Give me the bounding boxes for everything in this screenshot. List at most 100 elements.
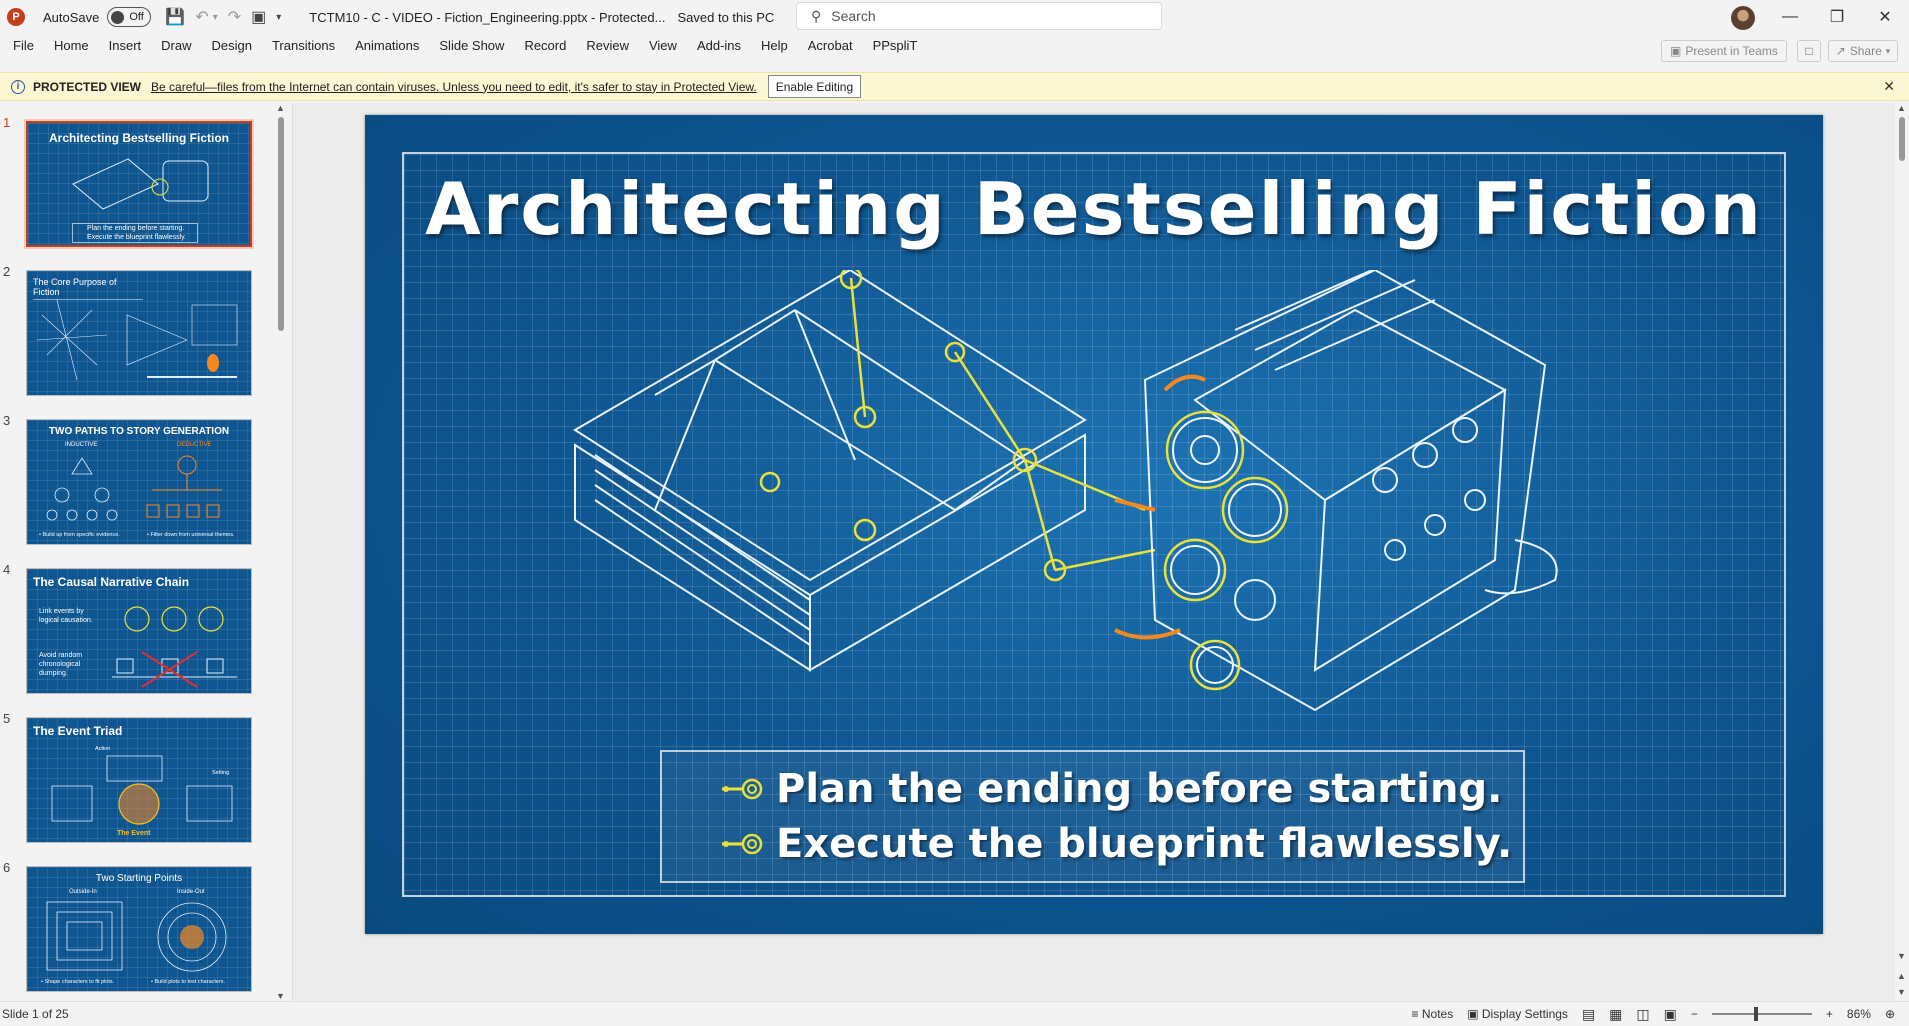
tab-review[interactable]: Review — [576, 34, 639, 58]
slide-count: Slide 1 of 25 — [2, 1006, 69, 1021]
minimize-icon[interactable]: — — [1770, 5, 1810, 29]
slide-thumbnail-5[interactable]: The Event Triad Action Setting The Event — [26, 717, 252, 843]
autosave-state: Off — [129, 11, 144, 23]
slide-thumbnail-pane: 1 Architecting Bestselling Fiction Plan … — [0, 103, 292, 1001]
bullet-node-icon — [722, 833, 763, 855]
thumb-label-event: The Event — [117, 830, 151, 837]
user-avatar[interactable] — [1731, 6, 1755, 30]
zoom-in-icon[interactable]: + — [1826, 1007, 1833, 1021]
document-title: TCTM10 - C - VIDEO - Fiction_Engineering… — [309, 9, 666, 25]
slide-thumbnail-3[interactable]: TWO PATHS TO STORY GENERATION INDUCTIVE … — [26, 419, 252, 545]
previous-slide-icon[interactable]: ▲ — [1897, 971, 1906, 981]
protected-view-label: PROTECTED VIEW — [33, 79, 142, 94]
thumb-diagram-icon — [37, 299, 238, 381]
save-icon[interactable]: 💾 — [165, 7, 185, 27]
zoom-slider-knob[interactable] — [1753, 1007, 1758, 1021]
normal-view-icon[interactable]: ▤ — [1582, 1006, 1595, 1023]
scroll-up-icon[interactable]: ▲ — [1897, 103, 1906, 113]
slide-thumbnail-6[interactable]: Two Starting Points Outside-In Inside-Ou… — [26, 866, 252, 992]
search-box[interactable]: ⚲ Search — [796, 2, 1162, 30]
slide-thumbnail-2[interactable]: The Core Purpose of Fiction — [26, 270, 252, 396]
tab-slide-show[interactable]: Slide Show — [429, 34, 514, 58]
tab-add-ins[interactable]: Add-ins — [687, 34, 751, 58]
thumbnail-number: 3 — [3, 413, 11, 428]
tab-acrobat[interactable]: Acrobat — [798, 34, 863, 58]
fit-to-window-icon[interactable]: ⊕ — [1885, 1007, 1895, 1021]
autosave-label: AutoSave — [43, 9, 100, 25]
thumbnail-scrollbar[interactable]: ▲ ▼ — [274, 103, 288, 1001]
customize-toolbar-icon[interactable]: ▾ — [276, 12, 281, 23]
thumb-maze-icon — [46, 901, 227, 972]
zoom-out-icon[interactable]: − — [1691, 1007, 1698, 1021]
scroll-thumb[interactable] — [1899, 117, 1905, 161]
bullet-list-box[interactable]: Plan the ending before starting. Execute… — [660, 750, 1525, 883]
undo-dropdown-icon[interactable]: ▾ — [213, 12, 218, 23]
thumb-gears-icon — [112, 606, 237, 688]
restore-icon[interactable]: ❐ — [1817, 5, 1857, 29]
reading-view-icon[interactable]: ◫ — [1636, 1006, 1649, 1023]
close-window-icon[interactable]: ✕ — [1865, 5, 1905, 29]
bullet-item-1: Plan the ending before starting. — [722, 766, 1502, 812]
slide-scrollbar[interactable]: ▲ ▼ ▲ ▼ — [1895, 103, 1909, 1001]
enable-editing-button[interactable]: Enable Editing — [767, 75, 862, 98]
present-in-teams-button[interactable]: ▣ Present in Teams — [1661, 40, 1787, 62]
blueprint-engine-illustration — [573, 270, 1558, 712]
slide-thumbnail-4[interactable]: The Causal Narrative Chain Link events b… — [26, 568, 252, 694]
powerpoint-logo-icon: P — [7, 8, 25, 26]
scroll-down-icon[interactable]: ▼ — [276, 991, 285, 1001]
current-slide[interactable]: Architecting Bestselling Fiction Plan th… — [365, 115, 1823, 934]
display-settings-button[interactable]: ▣ Display Settings — [1467, 1007, 1568, 1021]
status-bar: Slide 1 of 25 ≡ Notes ▣ Display Settings… — [0, 1001, 1909, 1025]
tab-transitions[interactable]: Transitions — [262, 34, 345, 58]
tab-draw[interactable]: Draw — [151, 34, 201, 58]
search-icon: ⚲ — [811, 7, 822, 24]
thumb-title: Two Starting Points — [95, 873, 183, 884]
tab-file[interactable]: File — [0, 34, 44, 58]
slide-title[interactable]: Architecting Bestselling Fiction — [365, 167, 1823, 251]
notes-button[interactable]: ≡ Notes — [1412, 1007, 1454, 1021]
tab-view[interactable]: View — [639, 34, 687, 58]
scroll-up-icon[interactable]: ▲ — [276, 103, 285, 113]
info-icon: i — [11, 79, 25, 94]
tab-home[interactable]: Home — [44, 34, 99, 58]
share-button[interactable]: ↗ Share ▾ — [1828, 40, 1898, 62]
present-icon[interactable]: ▣ — [251, 7, 266, 27]
tab-ppsplit[interactable]: PPspliT — [863, 34, 928, 58]
comment-icon: □ — [1805, 44, 1813, 58]
slideshow-icon[interactable]: ▣ — [1664, 1006, 1677, 1023]
next-slide-icon[interactable]: ▼ — [1897, 987, 1906, 997]
protected-view-message[interactable]: Be careful—files from the Internet can c… — [151, 80, 757, 94]
thumb-left-label: INDUCTIVE — [65, 442, 98, 448]
tab-animations[interactable]: Animations — [345, 34, 429, 58]
thumb-foot-left: • Shape characters to fit plots. — [41, 979, 115, 985]
close-icon[interactable]: ✕ — [1883, 78, 1895, 95]
thumb-bullet-1: Plan the ending before starting. — [87, 225, 185, 232]
bullet-node-icon — [722, 778, 763, 800]
tab-design[interactable]: Design — [202, 34, 262, 58]
thumb-left-label: Outside-In — [69, 889, 97, 895]
thumb-bullet-2: Execute the blueprint flawlessly. — [87, 234, 187, 241]
tab-help[interactable]: Help — [751, 34, 798, 58]
undo-icon[interactable]: ↶ — [195, 7, 208, 27]
scroll-down-icon[interactable]: ▼ — [1897, 951, 1906, 961]
thumbnail-number: 4 — [3, 562, 11, 577]
zoom-level[interactable]: 86% — [1847, 1007, 1871, 1021]
autosave-toggle[interactable]: Off — [107, 7, 152, 27]
thumb-tree-icon — [46, 455, 222, 521]
thumb-blueprint-icon — [72, 158, 209, 210]
tab-record[interactable]: Record — [514, 34, 576, 58]
redo-icon[interactable]: ↷ — [228, 7, 241, 27]
comments-button[interactable]: □ — [1797, 40, 1821, 62]
zoom-slider[interactable] — [1711, 1007, 1812, 1021]
search-placeholder: Search — [831, 8, 876, 24]
thumb-foot-left: • Build up from specific evidence. — [39, 532, 120, 538]
scroll-thumb[interactable] — [278, 117, 284, 331]
bullet-text-1: Plan the ending before starting. — [776, 766, 1503, 812]
tab-insert[interactable]: Insert — [99, 34, 152, 58]
slide-sorter-icon[interactable]: ▦ — [1609, 1006, 1622, 1023]
share-label: Share — [1849, 44, 1882, 58]
thumb-title: Architecting Bestselling Fiction — [48, 131, 230, 145]
slide-thumbnail-1[interactable]: Architecting Bestselling Fiction Plan th… — [24, 119, 254, 249]
thumbnail-number: 5 — [3, 711, 11, 726]
thumb-foot-right: • Build plots to test characters. — [151, 979, 226, 985]
